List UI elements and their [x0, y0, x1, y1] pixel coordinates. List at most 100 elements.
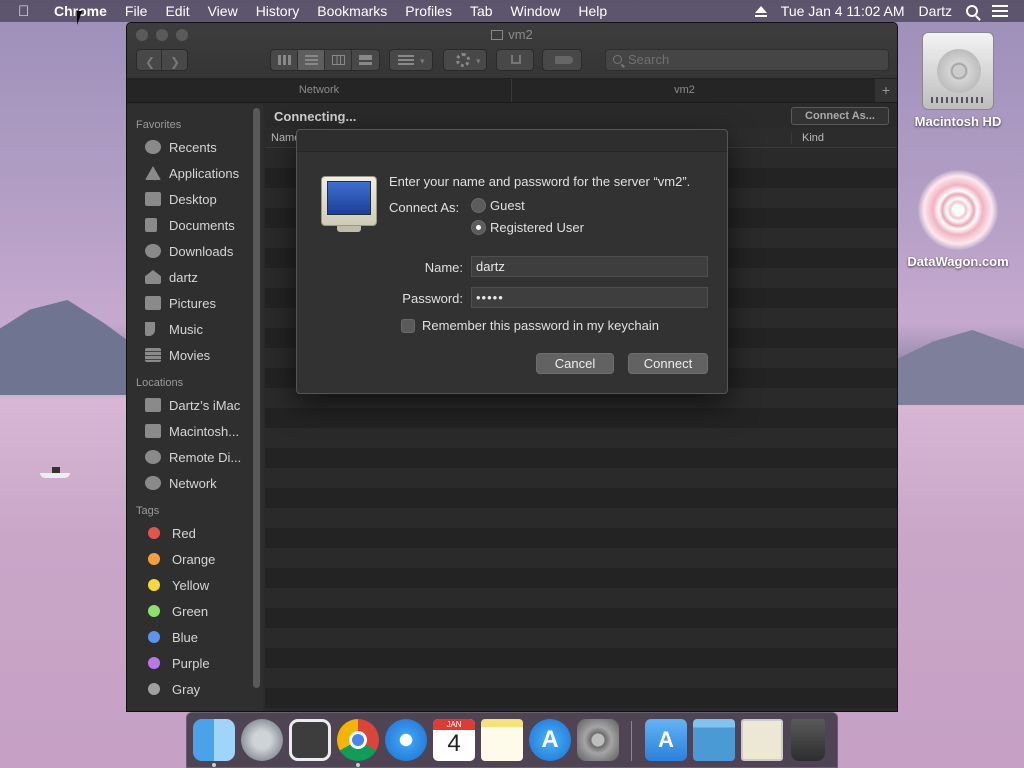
sidebar-tag-red[interactable]: Red	[127, 520, 263, 546]
sidebar-item-label: Downloads	[169, 243, 234, 259]
tab-bar: Network vm2 +	[127, 79, 897, 103]
sidebar-item-dartz[interactable]: dartz	[127, 264, 263, 290]
chrome-icon[interactable]	[337, 719, 379, 761]
launchpad-icon[interactable]	[241, 719, 283, 761]
connect-as-button[interactable]: Connect As...	[791, 107, 889, 125]
preview-icon[interactable]	[741, 719, 783, 761]
mouse-cursor-icon	[77, 11, 87, 25]
menu-history[interactable]: History	[256, 3, 300, 19]
share-button[interactable]	[496, 49, 534, 71]
menu-edit[interactable]: Edit	[165, 3, 189, 19]
sidebar-item-label: Blue	[172, 629, 199, 645]
column-view-button[interactable]	[325, 50, 352, 70]
forward-button[interactable]: ❯	[162, 50, 187, 70]
wallpaper-mountain-right	[895, 330, 1024, 405]
menu-tab[interactable]: Tab	[470, 3, 493, 19]
spotlight-search-icon[interactable]	[966, 5, 978, 17]
password-field[interactable]	[471, 287, 708, 308]
sidebar-item-label: Green	[172, 603, 209, 619]
notification-center-icon[interactable]	[992, 5, 1008, 17]
sidebar-header-tags: Tags	[136, 505, 160, 517]
icon-view-button[interactable]	[271, 50, 298, 70]
trash-icon[interactable]	[791, 719, 825, 761]
dialog-message: Enter your name and password for the ser…	[389, 174, 691, 189]
photo-browser-icon[interactable]	[289, 719, 331, 761]
notes-icon[interactable]	[481, 719, 523, 761]
sidebar-item-remote-disc[interactable]: Remote Di...	[127, 444, 263, 470]
apple-menu-icon[interactable]: 	[18, 3, 40, 20]
folder-icon[interactable]	[693, 719, 735, 761]
clock-icon	[145, 140, 161, 154]
sidebar-item-label: Pictures	[169, 295, 216, 311]
sidebar-item-label: Remote Di...	[169, 449, 242, 465]
menu-file[interactable]: File	[125, 3, 148, 19]
sidebar-tag-purple[interactable]: Purple	[127, 650, 263, 676]
action-button[interactable]: ▾	[443, 49, 487, 71]
sidebar-item-label: Yellow	[172, 577, 210, 593]
menu-bookmarks[interactable]: Bookmarks	[317, 3, 387, 19]
sidebar-item-label: Movies	[169, 347, 211, 363]
calendar-icon[interactable]: JAN 4	[433, 719, 475, 761]
sidebar-item-label: Recents	[169, 139, 217, 155]
desktop-icon-datawagon[interactable]: DataWagon.com	[903, 170, 1013, 269]
radio-registered-user[interactable]: Registered User	[471, 220, 584, 235]
back-button[interactable]: ❮	[137, 50, 162, 70]
tag-icon	[555, 56, 573, 64]
gallery-view-button[interactable]	[352, 50, 379, 70]
flower-icon	[918, 170, 998, 250]
tags-button[interactable]	[542, 49, 582, 71]
sidebar-item-macintosh-hd[interactable]: Macintosh...	[127, 418, 263, 444]
radio-guest[interactable]: Guest	[471, 198, 525, 213]
sidebar-item-pictures[interactable]: Pictures	[127, 290, 263, 316]
menu-profiles[interactable]: Profiles	[405, 3, 452, 19]
sidebar-tag-green[interactable]: Green	[127, 598, 263, 624]
app-store-icon[interactable]: A	[529, 719, 571, 761]
sidebar-tag-blue[interactable]: Blue	[127, 624, 263, 650]
search-input[interactable]: Search	[605, 49, 889, 71]
group-icon	[398, 55, 414, 65]
menu-help[interactable]: Help	[578, 3, 607, 19]
safari-icon[interactable]	[385, 719, 427, 761]
sidebar-item-network[interactable]: Network	[127, 470, 263, 496]
menu-window[interactable]: Window	[511, 3, 561, 19]
tab-network[interactable]: Network	[127, 79, 512, 102]
sidebar-item-movies[interactable]: Movies	[127, 342, 263, 368]
chevron-down-icon: ▾	[476, 56, 481, 66]
tab-vm2[interactable]: vm2	[512, 79, 857, 102]
menu-view[interactable]: View	[208, 3, 238, 19]
column-header-kind[interactable]: Kind	[791, 132, 824, 144]
name-field[interactable]	[471, 256, 708, 277]
sidebar-item-applications[interactable]: Applications	[127, 160, 263, 186]
cancel-button[interactable]: Cancel	[536, 353, 614, 374]
document-icon	[145, 218, 157, 232]
system-preferences-icon[interactable]	[577, 719, 619, 761]
sidebar-tag-yellow[interactable]: Yellow	[127, 572, 263, 598]
list-view-button[interactable]	[298, 50, 325, 70]
sidebar-tag-gray[interactable]: Gray	[127, 676, 263, 702]
sidebar-item-imac[interactable]: Dartz’s iMac	[127, 392, 263, 418]
applications-folder-icon[interactable]: A	[645, 719, 687, 761]
finder-icon[interactable]	[193, 719, 235, 761]
menu-user[interactable]: Dartz	[919, 3, 952, 19]
window-title: vm2	[127, 27, 897, 42]
group-by-button[interactable]: ▾	[389, 49, 433, 71]
connect-button[interactable]: Connect	[628, 353, 708, 374]
desktop-icon-macintosh-hd[interactable]: Macintosh HD	[903, 32, 1013, 129]
sidebar-item-recents[interactable]: Recents	[127, 134, 263, 160]
menu-clock[interactable]: Tue Jan 4 11:02 AM	[781, 3, 905, 19]
connection-status: Connecting...	[274, 108, 357, 124]
calendar-day: 4	[447, 730, 461, 757]
sidebar-scrollbar[interactable]	[253, 108, 260, 688]
sidebar-item-downloads[interactable]: Downloads	[127, 238, 263, 264]
sidebar-item-label: Documents	[169, 217, 235, 233]
new-tab-button[interactable]: +	[875, 79, 897, 102]
sidebar-item-documents[interactable]: Documents	[127, 212, 263, 238]
search-icon	[613, 55, 622, 64]
eject-icon[interactable]	[754, 5, 767, 17]
sidebar-header-favorites: Favorites	[136, 119, 182, 131]
sidebar-item-music[interactable]: Music	[127, 316, 263, 342]
remember-keychain-checkbox[interactable]: Remember this password in my keychain	[401, 318, 659, 333]
sidebar-item-desktop[interactable]: Desktop	[127, 186, 263, 212]
tag-dot-icon	[148, 657, 160, 669]
sidebar-tag-orange[interactable]: Orange	[127, 546, 263, 572]
